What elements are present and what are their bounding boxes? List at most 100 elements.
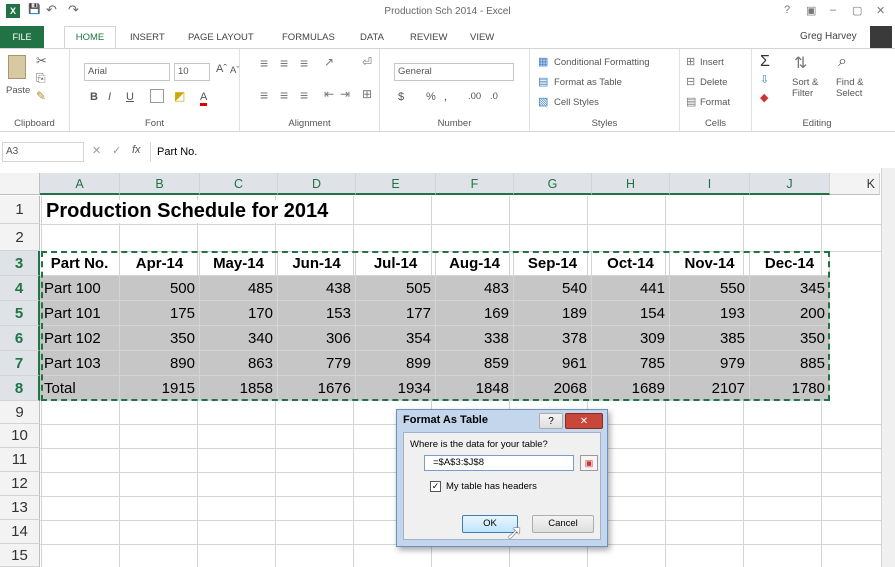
find-select-button[interactable]: Find & Select [836,77,876,99]
row-header[interactable]: 3 [0,251,40,276]
table-cell[interactable]: 505 [356,276,436,301]
formula-input[interactable]: Part No. [150,142,890,162]
column-header[interactable]: A [40,173,120,195]
grow-font-button[interactable]: Aˆ [216,63,227,75]
cell-styles-button[interactable]: Cell Styles [554,97,599,108]
row-header[interactable]: 15 [0,544,40,567]
fill-icon[interactable]: ⇩ [760,73,769,86]
tab-view[interactable]: VIEW [470,32,494,43]
row-header[interactable]: 2 [0,224,40,251]
align-left-icon[interactable]: ≡ [260,87,268,103]
cut-icon[interactable]: ✂ [36,53,47,69]
currency-button[interactable]: $ [398,91,404,103]
column-header[interactable]: I [670,173,750,195]
tab-review[interactable]: REVIEW [410,32,447,43]
format-cells-icon[interactable]: ▤ [686,95,696,108]
table-cell[interactable]: 200 [750,301,830,326]
table-cell[interactable]: 1858 [200,376,278,401]
row-header[interactable]: 13 [0,496,40,520]
paste-button[interactable]: Paste [6,85,30,96]
align-top-icon[interactable]: ≡ [260,55,268,71]
copy-icon[interactable]: ⎘ [36,71,46,86]
user-name[interactable]: Greg Harvey [800,31,857,42]
sheet-title[interactable]: Production Schedule for 2014 [46,200,329,223]
sort-filter-button[interactable]: Sort & Filter [792,77,832,99]
table-cell[interactable]: 779 [278,351,356,376]
table-cell[interactable]: 1915 [120,376,200,401]
paste-icon[interactable] [8,55,26,79]
table-cell[interactable]: 354 [356,326,436,351]
table-cell[interactable]: 340 [200,326,278,351]
table-cell[interactable]: 890 [120,351,200,376]
table-cell[interactable]: 338 [436,326,514,351]
table-cell[interactable]: 485 [200,276,278,301]
format-cells-button[interactable]: Format [700,97,730,108]
column-header[interactable]: G [514,173,592,195]
italic-button[interactable]: I [108,91,111,103]
table-cell[interactable]: 2107 [670,376,750,401]
font-color-button[interactable]: A [200,91,208,106]
table-cell[interactable]: 540 [514,276,592,301]
vertical-scrollbar[interactable] [881,168,895,567]
avatar[interactable] [870,26,892,48]
table-cell[interactable]: 175 [120,301,200,326]
table-cell[interactable]: 378 [514,326,592,351]
headers-checkbox-label[interactable]: My table has headers [446,481,537,492]
table-cell[interactable]: 961 [514,351,592,376]
orientation-icon[interactable]: ↗ [324,55,334,69]
table-cell[interactable]: 483 [436,276,514,301]
headers-checkbox[interactable]: ✓ [430,481,441,492]
restore-icon[interactable]: ▢ [852,4,862,17]
underline-button[interactable]: U [126,91,134,103]
percent-button[interactable]: % [426,91,436,103]
help-icon[interactable]: ? [784,4,790,16]
decrease-decimal-button[interactable]: .0 [490,91,498,102]
row-header[interactable]: 8 [0,376,40,401]
table-header-cell[interactable]: Jun-14 [278,251,356,276]
row-header[interactable]: 10 [0,424,40,448]
ribbon-display-icon[interactable]: ▣ [806,4,816,17]
sort-filter-icon[interactable]: ⇅ [794,53,807,73]
font-name-box[interactable]: Arial [84,63,170,81]
table-cell[interactable]: 170 [200,301,278,326]
tab-formulas[interactable]: FORMULAS [282,32,335,43]
name-box[interactable]: A3 [2,142,84,162]
table-cell[interactable]: 979 [670,351,750,376]
table-cell[interactable]: 154 [592,301,670,326]
clear-icon[interactable]: ◆ [760,91,768,104]
align-center-icon[interactable]: ≡ [280,87,288,103]
close-icon[interactable]: ✕ [876,4,885,17]
column-header[interactable]: K [830,173,880,195]
wrap-text-icon[interactable]: ⏎ [362,55,372,69]
table-cell[interactable]: 863 [200,351,278,376]
table-cell[interactable]: 309 [592,326,670,351]
decrease-indent-icon[interactable]: ⇤ [324,87,334,101]
insert-cells-button[interactable]: Insert [700,57,724,68]
font-size-box[interactable]: 10 [174,63,210,81]
table-header-cell[interactable]: Aug-14 [436,251,514,276]
column-header[interactable]: H [592,173,670,195]
align-middle-icon[interactable]: ≡ [280,55,288,71]
tab-data[interactable]: DATA [360,32,384,43]
table-header-cell[interactable]: Apr-14 [120,251,200,276]
row-header[interactable]: 4 [0,276,40,301]
table-cell[interactable]: 500 [120,276,200,301]
table-cell[interactable]: 1780 [750,376,830,401]
increase-decimal-button[interactable]: .00 [468,91,481,102]
insert-cells-icon[interactable]: ⊞ [686,55,695,68]
table-cell[interactable]: 169 [436,301,514,326]
autosum-button[interactable]: Σ [760,53,770,71]
merge-center-icon[interactable]: ⊞ [362,87,372,101]
column-header[interactable]: C [200,173,278,195]
table-cell[interactable]: 885 [750,351,830,376]
tab-insert[interactable]: INSERT [130,32,165,43]
table-header-cell[interactable]: Nov-14 [670,251,750,276]
insert-function-icon[interactable]: fx [132,144,141,156]
cancel-button[interactable]: Cancel [532,515,594,533]
delete-cells-button[interactable]: Delete [700,77,727,88]
find-select-icon[interactable]: ⌕ [838,53,847,71]
row-header[interactable]: 14 [0,520,40,544]
table-header-cell[interactable]: Jul-14 [356,251,436,276]
cancel-entry-icon[interactable]: ✕ [92,144,101,157]
table-header-cell[interactable]: Dec-14 [750,251,830,276]
